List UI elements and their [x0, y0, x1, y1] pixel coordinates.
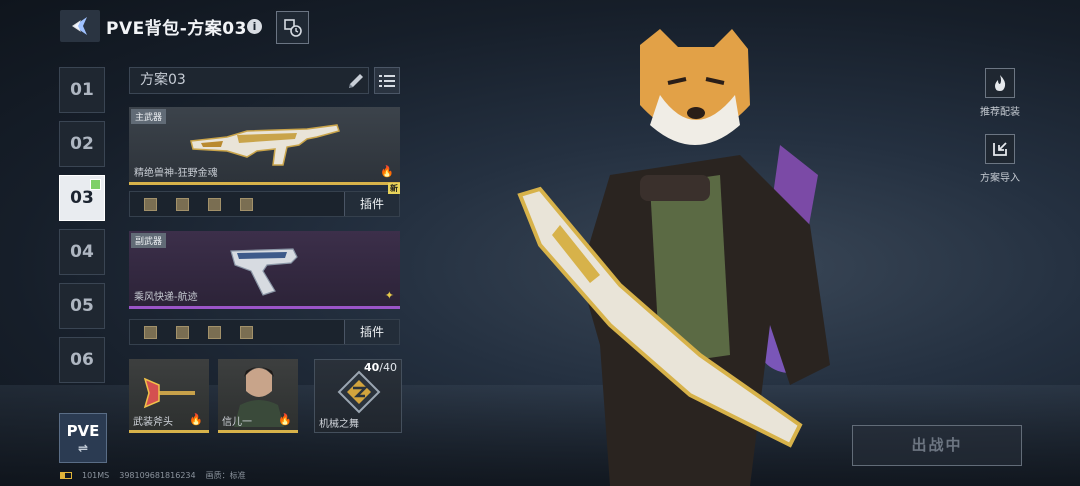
melee-weapon-name: 武装斧头 [133, 417, 173, 428]
user-id: 398109681816234 [119, 471, 196, 480]
back-button[interactable] [60, 10, 100, 42]
flame-rarity-icon: 🔥 [380, 165, 394, 178]
status-bar: 101MS 398109681816234 画质：标准 [60, 470, 256, 481]
plugin-slot[interactable] [144, 198, 157, 211]
mode-switch-button[interactable]: PVE ⇌ [59, 413, 107, 463]
rifle-image [190, 124, 340, 166]
plan-name-field[interactable]: 方案03 [129, 67, 369, 94]
mode-label: PVE [66, 422, 100, 440]
slot-05[interactable]: 05 [59, 283, 105, 329]
slot-label: 03 [70, 188, 94, 208]
battery-icon [60, 472, 72, 479]
import-icon [985, 134, 1015, 164]
slot-label: 02 [70, 134, 94, 154]
primary-weapon-name: 精绝兽神-狂野金魂 [134, 168, 218, 179]
pencil-icon[interactable] [346, 71, 366, 91]
recommend-loadout-button[interactable]: 推荐配装 [980, 68, 1020, 118]
ping-value: 101MS [82, 471, 110, 480]
pistol-image [230, 248, 298, 296]
page-title: PVE背包-方案03 [106, 19, 247, 39]
character-name: 信儿一 [222, 417, 252, 428]
slot-06[interactable]: 06 [59, 337, 105, 383]
slot-label: 06 [70, 350, 94, 370]
import-plan-button[interactable]: 方案导入 [980, 134, 1020, 184]
plugin-slot[interactable] [240, 198, 253, 211]
plugin-slot[interactable] [208, 326, 221, 339]
secondary-weapon-name: 乘风快递-航迹 [134, 292, 198, 303]
plugin-slot[interactable] [240, 326, 253, 339]
primary-plugin-row: 插件 新 [129, 183, 400, 217]
slot-label: 01 [70, 80, 94, 100]
secondary-plugin-button[interactable]: 插件 [344, 320, 399, 344]
history-icon [283, 18, 302, 37]
slot-04[interactable]: 04 [59, 229, 105, 275]
secondary-weapon-tag: 副武器 [131, 233, 167, 248]
plugin-slot[interactable] [208, 198, 221, 211]
mech-gear-icon [337, 370, 381, 414]
active-slot-marker [90, 179, 101, 190]
primary-plugin-button[interactable]: 插件 新 [344, 183, 400, 216]
character-model [517, 29, 830, 486]
info-icon[interactable]: i [247, 19, 262, 34]
melee-weapon-card[interactable]: 武装斧头 🔥 [129, 359, 209, 433]
plugin-slot[interactable] [176, 198, 189, 211]
axe-image [143, 377, 195, 409]
new-badge: 新 [388, 183, 400, 194]
flame-icon [985, 68, 1015, 98]
primary-weapon-card[interactable]: 主武器 精绝兽神-狂野金魂 🔥 [129, 107, 400, 185]
back-arrow-icon [72, 17, 87, 35]
wing-rarity-icon: ✦ [384, 289, 394, 302]
list-icon [379, 74, 395, 87]
character-card[interactable]: 信儿一 🔥 [218, 359, 298, 433]
slot-02[interactable]: 02 [59, 121, 105, 167]
plugin-button-label: 插件 [359, 197, 384, 211]
history-button[interactable] [276, 11, 309, 44]
in-battle-button[interactable]: 出战中 [852, 425, 1022, 466]
slot-label: 05 [70, 296, 94, 316]
slot-03[interactable]: 03 [59, 175, 105, 221]
slot-label: 04 [70, 242, 94, 262]
gear-card[interactable]: 40/40 机械之舞 [314, 359, 402, 433]
quality-setting: 画质：标准 [205, 471, 246, 480]
flame-rarity-icon: 🔥 [278, 413, 292, 426]
plugin-slot[interactable] [144, 326, 157, 339]
plugin-button-label: 插件 [359, 325, 384, 339]
plugin-slot[interactable] [176, 326, 189, 339]
count-max: 40 [383, 361, 397, 374]
flame-rarity-icon: 🔥 [189, 413, 203, 426]
gear-name: 机械之舞 [319, 419, 359, 430]
slot-01[interactable]: 01 [59, 67, 105, 113]
recommend-label: 推荐配装 [980, 107, 1020, 118]
plan-list-button[interactable] [374, 67, 400, 94]
primary-weapon-tag: 主武器 [131, 109, 167, 124]
secondary-plugin-row: 插件 [129, 319, 400, 345]
swap-icon: ⇌ [77, 441, 89, 455]
import-label: 方案导入 [980, 173, 1020, 184]
secondary-weapon-card[interactable]: 副武器 乘风快递-航迹 ✦ [129, 231, 400, 309]
